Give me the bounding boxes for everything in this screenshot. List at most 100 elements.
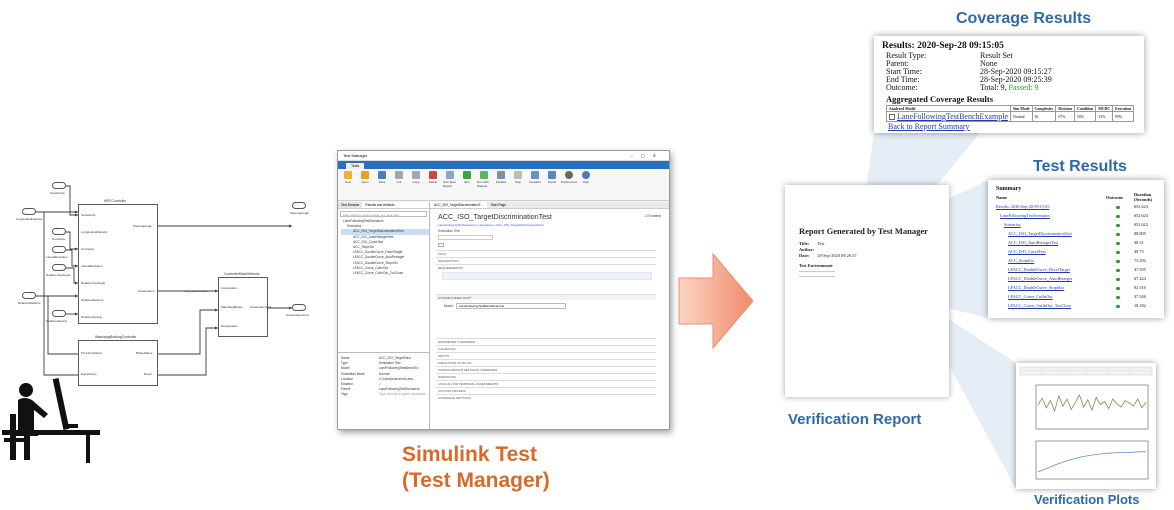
test-result-link[interactable]: Scenarios: [1004, 222, 1021, 227]
create-test-case-checkbox[interactable]: [438, 243, 444, 247]
report-row: Date: 28-Sep-2020 09:26:37: [799, 253, 857, 258]
col-name-header: Name: [996, 195, 1007, 200]
doc-tab-test[interactable]: ACC_ISO_TargetDiscriminationT...: [430, 202, 487, 208]
toolstrip: New Open Save Cut Copy Delete Test Spec …: [338, 169, 669, 201]
passed-status-icon: [1116, 295, 1120, 299]
duration-value: 67.424: [1134, 276, 1146, 281]
window-title: Test Manager: [343, 153, 368, 158]
section-header[interactable]: CONFIGURATION SETTINGS OVERRIDES: [436, 366, 656, 372]
delete-button[interactable]: Delete: [426, 171, 440, 198]
section-header[interactable]: COVERAGE SETTINGS: [436, 394, 656, 400]
section-header[interactable]: ITERATIONS: [436, 373, 656, 379]
ribbon-tabs: Tests: [338, 161, 669, 169]
passed-status-icon: [1116, 304, 1120, 308]
section-header[interactable]: REQUIREMENTS*: [436, 264, 656, 270]
section-header[interactable]: PARAMETER OVERRIDES: [436, 338, 656, 344]
passed-status-icon: [1116, 241, 1120, 245]
test-result-link[interactable]: LFACC_DoubleCurve_DecelTarget: [1008, 267, 1070, 272]
section-header[interactable]: SIMULATION OUTPUTS: [436, 359, 656, 365]
test-result-link[interactable]: ACC_ISO_AutoRetargetTest: [1008, 240, 1058, 245]
test-result-row: LFACC_DoubleCurve_AutoRetarget 67.424: [988, 276, 1164, 284]
run-button[interactable]: Run: [460, 171, 474, 198]
property-row: Tags Type comma or space separated: [341, 392, 426, 397]
section-header[interactable]: LOGICAL AND TEMPORAL ASSESSMENTS: [436, 380, 656, 386]
section-header[interactable]: CALLBACKS: [436, 345, 656, 351]
doc-tab-start-page[interactable]: Start Page: [487, 202, 510, 208]
duration-value: 37.326: [1134, 294, 1146, 299]
report-row: Title: Test: [799, 241, 825, 246]
duration-value: 652.623: [1134, 213, 1148, 218]
open-button[interactable]: Open: [358, 171, 372, 198]
duration-value: 18.182: [1134, 303, 1146, 308]
release-select[interactable]: [438, 235, 493, 240]
tab-results-and-artifacts[interactable]: Results and Artifacts: [362, 202, 397, 208]
model-field[interactable]: LaneFollowingTestBenchExample: [456, 303, 566, 309]
test-result-link[interactable]: ACC_StopnGo: [1008, 258, 1034, 263]
passed-status-icon: [1116, 250, 1120, 254]
duration-value: 47.595: [1134, 267, 1146, 272]
stop-button[interactable]: Stop: [511, 171, 525, 198]
save-button[interactable]: Save: [375, 171, 389, 198]
new-button[interactable]: New: [341, 171, 355, 198]
test-result-row: LFACC_DoubleCurve_StopnGo 92.316: [988, 285, 1164, 293]
document-tabs: ACC_ISO_TargetDiscriminationT... Start P…: [430, 202, 669, 209]
preferences-button[interactable]: Preferences: [561, 171, 577, 198]
test-result-link[interactable]: LFACC_Curve_CutInOut_TooClose: [1008, 303, 1071, 308]
duration-value: 38.31: [1134, 240, 1144, 245]
coverage-cell: Normal: [1009, 111, 1033, 122]
verification-report-caption: Verification Report: [788, 411, 922, 428]
test-result-link[interactable]: Results: 2020-Sep-28 09:15:05: [996, 204, 1049, 209]
summary-heading: Summary: [996, 186, 1022, 192]
test-manager-caption: (Test Manager): [402, 469, 550, 492]
coverage-cell: 30: [1031, 111, 1057, 122]
tab-test-browser[interactable]: Test Browser: [338, 202, 363, 208]
enabled-checkbox[interactable]: ☑ Enabled: [645, 214, 661, 218]
help-button[interactable]: Help: [579, 171, 593, 198]
passed-status-icon: [1116, 259, 1120, 263]
tree-item[interactable]: LFACC_Curve_CutInOut_TooClose: [341, 271, 429, 276]
test-result-link[interactable]: LaneFollowingTestScenarios: [1000, 213, 1050, 218]
window-titlebar: Test Manager –▢✕: [338, 151, 669, 161]
test-result-link[interactable]: LFACC_Curve_CutInOut: [1008, 294, 1053, 299]
duration-value: 92.316: [1134, 285, 1146, 290]
test-manager-body: Test Browser Results and Artifacts Filte…: [338, 202, 669, 429]
copy-button[interactable]: Copy: [409, 171, 423, 198]
test-result-link[interactable]: ACC_ISO_TargetDiscriminationTest: [1008, 231, 1072, 236]
verification-plots-caption: Verification Plots: [1034, 492, 1140, 507]
section-header[interactable]: INPUTS: [436, 352, 656, 358]
coverage-model-link[interactable]: LaneFollowingTestBenchExample: [886, 111, 1011, 122]
passed-status-icon: [1116, 232, 1120, 236]
back-to-summary-link[interactable]: Back to Report Summary: [888, 122, 970, 131]
test-result-link[interactable]: LFACC_DoubleCurve_StopnGo: [1008, 285, 1064, 290]
section-header[interactable]: DESCRIPTION: [436, 257, 656, 263]
parallel-button[interactable]: Parallel: [494, 171, 508, 198]
breadcrumb[interactable]: LaneFollowingTestScenarios » Scenarios »…: [438, 223, 544, 227]
window-controls: –▢✕: [630, 153, 664, 158]
section-header[interactable]: TAGS: [436, 250, 656, 256]
tab-tests[interactable]: Tests: [346, 163, 365, 169]
run-with-stepper-button[interactable]: Run with Stepper: [477, 171, 491, 198]
passed-status-icon: [1116, 214, 1120, 218]
requirements-table: [442, 272, 652, 280]
visualize-button[interactable]: Visualize: [528, 171, 542, 198]
test-manager-window: Test Manager –▢✕ Tests New Open Save Cut…: [337, 150, 670, 430]
col-duration-header: Duration (Seconds): [1134, 192, 1153, 202]
test-results-caption: Test Results: [1033, 158, 1127, 175]
test-title: ACC_ISO_TargetDiscriminationTest: [438, 212, 552, 221]
coverage-results-caption: Coverage Results: [956, 10, 1092, 27]
coverage-heading: Results: 2020-Sep-28 09:15:05: [882, 41, 1004, 51]
section-header[interactable]: CUSTOM CRITERIA: [436, 387, 656, 393]
test-result-row: ACC_StopnGo 73.292: [988, 258, 1164, 266]
import-button[interactable]: Import: [545, 171, 559, 198]
simulink-test-caption: Simulink Test: [402, 443, 537, 466]
cut-button[interactable]: Cut: [392, 171, 406, 198]
col-outcome-header: Outcome: [1106, 195, 1124, 200]
section-header[interactable]: SYSTEM UNDER TEST*: [436, 294, 656, 300]
test-spec-report-button[interactable]: Test Spec Report: [443, 171, 457, 198]
test-result-link[interactable]: ACC_ISO_CurveTest: [1008, 249, 1046, 254]
test-result-link[interactable]: LFACC_DoubleCurve_AutoRetarget: [1008, 276, 1072, 281]
duration-value: 49.73: [1134, 249, 1144, 254]
filter-input[interactable]: Filter tests by name or tags, e.g. tags:…: [340, 211, 427, 217]
coverage-cell: 67%: [1055, 111, 1076, 122]
test-result-row: Scenarios 652.623: [988, 222, 1164, 230]
